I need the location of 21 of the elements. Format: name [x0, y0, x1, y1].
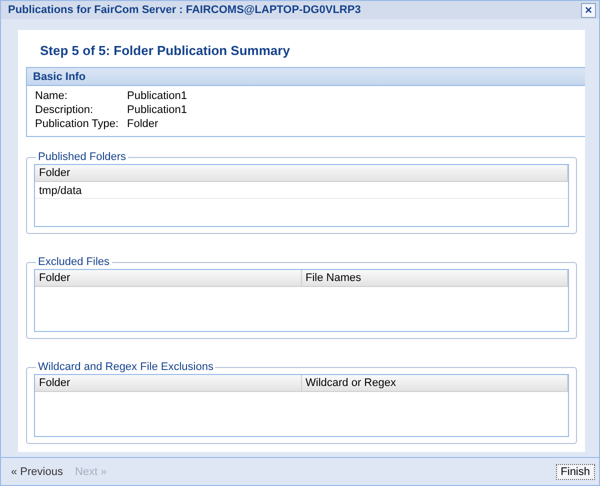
field-label: Description: — [35, 104, 94, 118]
close-button[interactable]: × — [581, 2, 596, 18]
column-header[interactable]: Folder — [35, 270, 302, 286]
field-value: Publication1 — [127, 90, 188, 104]
panel-header: Basic Info — [27, 68, 585, 86]
step-title: Step 5 of 5: Folder Publication Summary — [39, 42, 291, 60]
table-cell-text: tmp/data — [38, 184, 83, 198]
field-label: Name: — [35, 90, 68, 104]
section-legend: Wildcard and Regex File Exclusions — [36, 361, 216, 374]
column-header[interactable]: File Names — [302, 270, 568, 286]
column-header[interactable]: Folder — [35, 375, 302, 392]
section-legend: Published Folders — [36, 151, 128, 164]
section-legend: Excluded Files — [36, 256, 112, 268]
finish-button[interactable]: Finish — [556, 464, 595, 480]
column-header[interactable]: Wildcard or Regex — [302, 375, 568, 392]
nav-button[interactable]: « Previous — [11, 466, 63, 478]
field-value: Folder — [127, 118, 160, 132]
window-title: Publications for FairCom Server : FAIRCOMS@LAPTOP-DG0VLRP3 — [8, 4, 361, 16]
field-value: Publication1 — [127, 104, 188, 118]
field-label: Publication Type: — [35, 118, 120, 132]
column-header[interactable]: Folder — [35, 165, 568, 182]
